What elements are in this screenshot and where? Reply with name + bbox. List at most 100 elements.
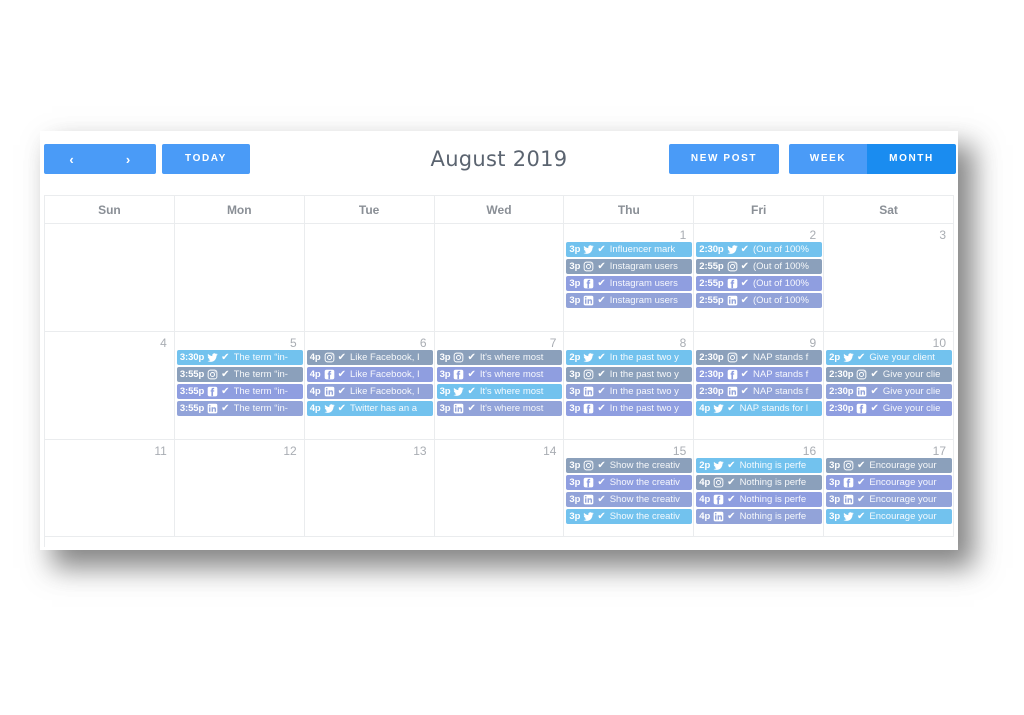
instagram-icon	[453, 352, 464, 363]
calendar-day-cell[interactable]: 12	[174, 440, 305, 537]
calendar-event-facebook[interactable]: 2:30p ✔ NAP stands f	[696, 367, 823, 382]
day-of-week-fri: Fri	[694, 196, 825, 224]
calendar-event-instagram[interactable]: 4p ✔ Nothing is perfe	[696, 475, 823, 490]
event-title: (Out of 100%	[753, 244, 809, 255]
event-title: Instagram users	[609, 278, 678, 289]
tab-month-view[interactable]: MONTH	[867, 144, 956, 174]
calendar-event-twitter[interactable]: 3p ✔ Encourage your	[826, 509, 952, 524]
calendar-event-twitter[interactable]: 4p ✔ NAP stands for l	[696, 401, 823, 416]
instagram-icon	[583, 369, 594, 380]
new-post-button[interactable]: NEW POST	[669, 144, 779, 174]
calendar-event-twitter[interactable]: 3p ✔ Influencer mark	[566, 242, 693, 257]
calendar-event-facebook[interactable]: 3:55p ✔ The term “in-	[176, 384, 303, 399]
calendar-event-instagram[interactable]: 3p ✔ Encourage your	[826, 458, 952, 473]
calendar-event-instagram[interactable]: 2:30p ✔ Give your clie	[826, 367, 952, 382]
calendar-day-cell[interactable]: 6 4p ✔ Like Facebook, I 4p ✔ Like Facebook, I4…	[304, 332, 435, 440]
calendar-day-cell[interactable]	[434, 224, 565, 332]
calendar-event-facebook[interactable]: 4p ✔ Like Facebook, I	[306, 367, 433, 382]
calendar-event-instagram[interactable]: 2:30p ✔ NAP stands f	[696, 350, 823, 365]
event-time: 4p	[699, 511, 711, 522]
calendar-event-facebook[interactable]: 4p ✔ Nothing is perfe	[696, 492, 823, 507]
calendar-event-twitter[interactable]: 4p ✔ Twitter has an a	[306, 401, 433, 416]
calendar-event-twitter[interactable]: 2p ✔ In the past two y	[566, 350, 693, 365]
calendar-event-twitter[interactable]: 3p ✔ Show the creativ	[566, 509, 693, 524]
calendar-event-linkedin[interactable]: 2:30p ✔ NAP stands f	[696, 384, 823, 399]
calendar-day-cell[interactable]	[304, 224, 435, 332]
calendar-event-linkedin[interactable]: 3p ✔ Instagram users	[566, 293, 693, 308]
calendar-event-linkedin[interactable]: 3:55p ✔ The term “in-	[176, 401, 303, 416]
event-time: 3p	[439, 386, 451, 397]
calendar-event-instagram[interactable]: 3p ✔ In the past two y	[566, 367, 693, 382]
calendar-event-twitter[interactable]: 3:30p ✔ The term “in-	[176, 350, 303, 365]
calendar-event-linkedin[interactable]: 3p ✔ In the past two y	[566, 384, 693, 399]
calendar-day-cell[interactable]: 3	[824, 224, 954, 332]
calendar-day-cell[interactable]: 16 2p ✔ Nothing is perfe 4p ✔ Nothing is perfe…	[694, 440, 825, 537]
calendar-event-facebook[interactable]: 3p ✔ It's where most	[436, 367, 563, 382]
calendar-event-twitter[interactable]: 2p ✔ Give your client	[826, 350, 952, 365]
calendar-event-linkedin[interactable]: 4p ✔ Nothing is perfe	[696, 509, 823, 524]
event-title: The term “in-	[233, 369, 288, 380]
calendar-event-linkedin[interactable]: 3p ✔ It's where most	[436, 401, 563, 416]
calendar-event-instagram[interactable]: 2:55p ✔ (Out of 100%	[696, 259, 823, 274]
calendar-event-facebook[interactable]: 3p ✔ Instagram users	[566, 276, 693, 291]
calendar-day-cell[interactable]: 7 3p ✔ It's where most 3p ✔ It's where most 3p ✔…	[434, 332, 565, 440]
day-events: 2:30p ✔ NAP stands f 2:30p ✔ NAP stands f 2:30…	[694, 350, 823, 416]
calendar-week-row: 11 12 13 14 15 3p ✔ Show the creativ 3p ✔ Show the…	[45, 440, 954, 537]
calendar-day-cell[interactable]: 11	[45, 440, 175, 537]
calendar-event-instagram[interactable]: 3p ✔ Show the creativ	[566, 458, 693, 473]
calendar-event-instagram[interactable]: 3p ✔ It's where most	[436, 350, 563, 365]
calendar-event-facebook[interactable]: 3p ✔ In the past two y	[566, 401, 693, 416]
day-number: 7	[549, 336, 557, 350]
calendar-event-facebook[interactable]: 2:55p ✔ (Out of 100%	[696, 276, 823, 291]
day-number: 8	[679, 336, 687, 350]
event-time: 3p	[439, 352, 451, 363]
twitter-icon	[583, 244, 594, 255]
calendar-event-facebook[interactable]: 3p ✔ Show the creativ	[566, 475, 693, 490]
event-time: 3p	[569, 403, 581, 414]
calendar-event-twitter[interactable]: 2p ✔ Nothing is perfe	[696, 458, 823, 473]
calendar-day-cell[interactable]: 15 3p ✔ Show the creativ 3p ✔ Show the creativ…	[564, 440, 695, 537]
event-time: 3p	[569, 494, 581, 505]
calendar-day-cell[interactable]	[174, 224, 305, 332]
calendar-event-linkedin[interactable]: 3p ✔ Show the creativ	[566, 492, 693, 507]
check-icon: ✔	[597, 351, 606, 363]
check-icon: ✔	[597, 510, 606, 522]
event-title: Give your clie	[882, 369, 941, 380]
day-number: 16	[802, 444, 817, 458]
day-of-week-mon: Mon	[174, 196, 305, 224]
event-time: 3p	[569, 460, 581, 471]
check-icon: ✔	[467, 368, 476, 380]
calendar-day-cell[interactable]: 17 3p ✔ Encourage your 3p ✔ Encourage your 3p ✔ E…	[824, 440, 954, 537]
calendar-day-cell[interactable]: 13	[304, 440, 435, 537]
calendar-day-cell[interactable]: 5 3:30p ✔ The term “in- 3:55p ✔ The term “in- 3…	[174, 332, 305, 440]
calendar-event-instagram[interactable]: 3:55p ✔ The term “in-	[176, 367, 303, 382]
day-number: 15	[672, 444, 687, 458]
check-icon: ✔	[597, 277, 606, 289]
calendar-day-cell[interactable]: 14	[434, 440, 565, 537]
calendar-day-cell[interactable]: 2 2:30p ✔ (Out of 100% 2:55p ✔ (Out of 100% 2:5…	[694, 224, 825, 332]
check-icon: ✔	[597, 260, 606, 272]
calendar-day-cell[interactable]	[45, 224, 175, 332]
calendar-day-cell[interactable]: 10 2p ✔ Give your client 2:30p ✔ Give your cli…	[824, 332, 954, 440]
calendar-day-cell[interactable]: 9 2:30p ✔ NAP stands f 2:30p ✔ NAP stands f 2:3…	[694, 332, 825, 440]
calendar-day-cell[interactable]: 4	[45, 332, 175, 440]
tab-week-view[interactable]: WEEK	[789, 144, 867, 174]
check-icon: ✔	[870, 402, 879, 414]
event-title: In the past two y	[609, 386, 679, 397]
calendar-event-linkedin[interactable]: 3p ✔ Encourage your	[826, 492, 952, 507]
calendar-event-instagram[interactable]: 4p ✔ Like Facebook, I	[306, 350, 433, 365]
calendar-day-cell[interactable]: 8 2p ✔ In the past two y 3p ✔ In the past two …	[564, 332, 695, 440]
calendar-event-linkedin[interactable]: 4p ✔ Like Facebook, I	[306, 384, 433, 399]
calendar-event-instagram[interactable]: 3p ✔ Instagram users	[566, 259, 693, 274]
calendar-event-facebook[interactable]: 2:30p ✔ Give your clie	[826, 401, 952, 416]
event-title: Influencer mark	[609, 244, 676, 255]
calendar-event-facebook[interactable]: 3p ✔ Encourage your	[826, 475, 952, 490]
calendar-event-linkedin[interactable]: 2:30p ✔ Give your clie	[826, 384, 952, 399]
calendar-event-twitter[interactable]: 3p ✔ It's where most	[436, 384, 563, 399]
twitter-icon	[843, 352, 854, 363]
calendar-day-cell[interactable]: 1 3p ✔ Influencer mark 3p ✔ Instagram users 3p ✔…	[564, 224, 695, 332]
calendar-event-linkedin[interactable]: 2:55p ✔ (Out of 100%	[696, 293, 823, 308]
calendar-event-twitter[interactable]: 2:30p ✔ (Out of 100%	[696, 242, 823, 257]
event-title: Nothing is perfe	[739, 494, 807, 505]
check-icon: ✔	[740, 351, 749, 363]
